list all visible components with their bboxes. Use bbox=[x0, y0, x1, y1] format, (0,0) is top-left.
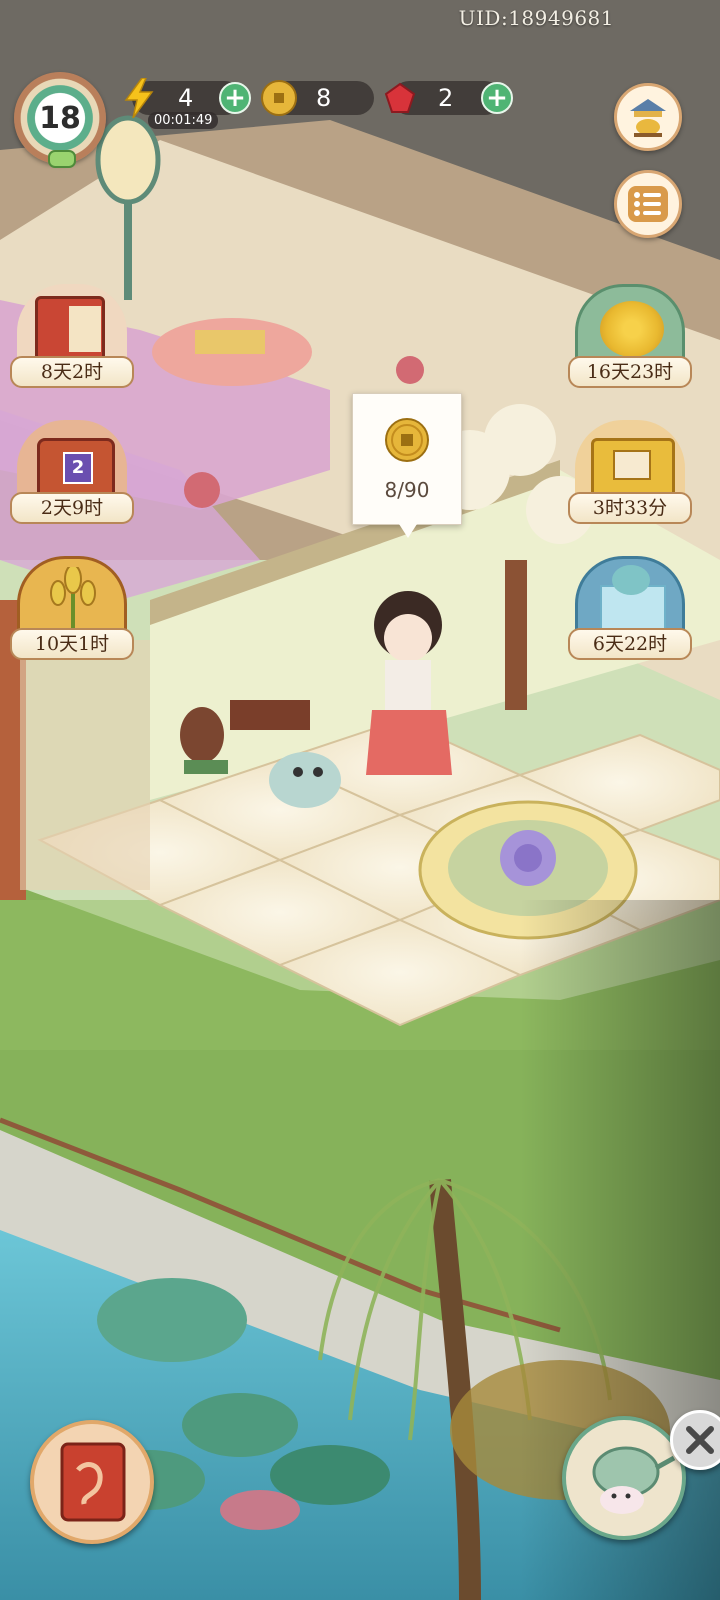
event-chrysanthemum-timer: 16天23时 bbox=[568, 356, 692, 388]
gift-box-level-badge: 2 bbox=[63, 452, 93, 484]
user-id-label: UID:18949681 bbox=[458, 6, 614, 30]
coins-value: 8 bbox=[316, 84, 332, 112]
red-gem-icon bbox=[384, 82, 416, 113]
event-cat-giftbox[interactable]: 6天22时 bbox=[568, 556, 692, 660]
event-book[interactable]: 8天2时 bbox=[10, 284, 134, 388]
coin-progress-text: 8/90 bbox=[384, 478, 430, 502]
event-wheat[interactable]: 10天1时 bbox=[10, 556, 134, 660]
coin-progress-tooltip: 8/90 bbox=[352, 393, 462, 538]
garden-scene-art bbox=[0, 0, 720, 1600]
journal-book-button[interactable] bbox=[30, 1420, 154, 1544]
event-gift-box[interactable]: 2 2天9时 bbox=[10, 420, 134, 524]
gems-value: 2 bbox=[438, 84, 454, 112]
close-icon bbox=[686, 1426, 714, 1454]
task-list-button[interactable] bbox=[614, 170, 682, 238]
event-book-timer: 8天2时 bbox=[10, 356, 134, 388]
teapot-button[interactable] bbox=[562, 1416, 686, 1540]
coin-icon bbox=[385, 418, 429, 462]
event-treasure-chest-timer: 3时33分 bbox=[568, 492, 692, 524]
add-energy-button[interactable]: + bbox=[219, 82, 251, 114]
event-chrysanthemum[interactable]: 16天23时 bbox=[568, 284, 692, 388]
add-gems-plus-icon: + bbox=[486, 83, 508, 113]
event-treasure-chest[interactable]: 3时33分 bbox=[568, 420, 692, 524]
add-gems-button[interactable]: + bbox=[481, 82, 513, 114]
event-cat-giftbox-timer: 6天22时 bbox=[568, 628, 692, 660]
energy-value: 4 bbox=[178, 84, 194, 112]
energy-regen-timer: 00:01:49 bbox=[148, 112, 219, 129]
player-level-number: 18 bbox=[39, 100, 81, 136]
lightning-energy-icon bbox=[124, 78, 154, 118]
teapot-rabbit-icon bbox=[592, 1446, 676, 1514]
pavilion-icon bbox=[630, 99, 666, 137]
event-wheat-timer: 10天1时 bbox=[10, 628, 134, 660]
list-menu-icon bbox=[628, 186, 668, 222]
player-level-badge[interactable]: 18 bbox=[14, 72, 106, 170]
shop-pavilion-button[interactable] bbox=[614, 83, 682, 151]
event-gift-box-timer: 2天9时 bbox=[10, 492, 134, 524]
level-leaf-icon bbox=[48, 150, 76, 168]
garden-scene[interactable] bbox=[0, 0, 720, 1600]
add-energy-plus-icon: + bbox=[224, 83, 246, 113]
journal-book-icon bbox=[60, 1442, 126, 1522]
coin-icon bbox=[261, 80, 297, 116]
